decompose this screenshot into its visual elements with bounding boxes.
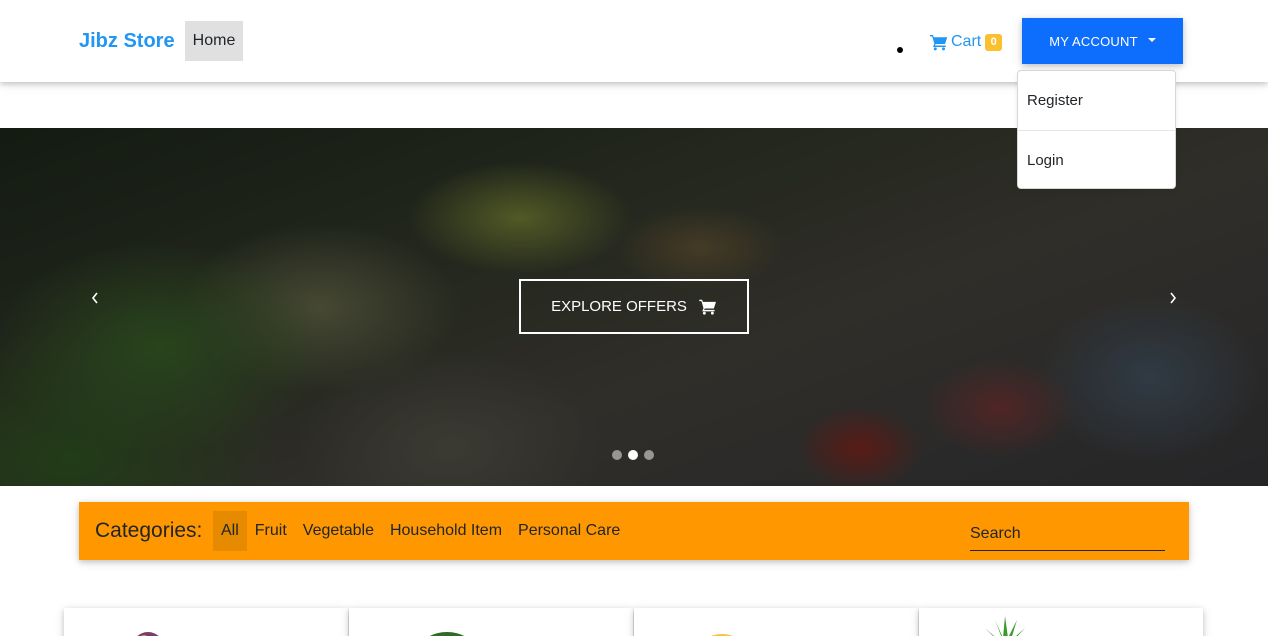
product-image — [985, 616, 1025, 636]
category-list: All Fruit Vegetable Household Item Perso… — [213, 511, 628, 551]
carousel-prev-button[interactable] — [85, 288, 105, 308]
brand-logo[interactable]: Jibz Store — [79, 29, 175, 53]
cart-label: Cart — [951, 33, 982, 50]
category-household-item[interactable]: Household Item — [382, 511, 510, 551]
register-menu-item[interactable]: Register — [1018, 71, 1175, 130]
account-dropdown-menu: Register Login — [1017, 70, 1176, 189]
chevron-left-icon — [91, 292, 98, 304]
category-vegetable[interactable]: Vegetable — [295, 511, 382, 551]
shopping-cart-icon — [930, 34, 948, 50]
my-account-label: MY ACCOUNT — [1049, 33, 1138, 49]
categories-bar: Categories: All Fruit Vegetable Househol… — [79, 502, 1189, 560]
product-image — [710, 634, 734, 636]
product-image — [429, 632, 465, 636]
chevron-right-icon — [1170, 292, 1177, 304]
my-account-button[interactable]: MY ACCOUNT — [1022, 18, 1183, 64]
product-card[interactable] — [349, 608, 633, 636]
product-card[interactable] — [634, 608, 918, 636]
login-menu-item[interactable]: Login — [1018, 130, 1175, 189]
product-card[interactable] — [919, 608, 1203, 636]
carousel-indicator[interactable] — [628, 450, 638, 460]
search-field — [970, 518, 1165, 551]
nav-bullet — [897, 47, 903, 53]
shopping-cart-icon — [699, 299, 716, 315]
carousel-indicator[interactable] — [612, 450, 622, 460]
nav-home-link[interactable]: Home — [185, 21, 243, 61]
search-input[interactable] — [970, 518, 1165, 550]
category-personal-care[interactable]: Personal Care — [510, 511, 628, 551]
caret-down-icon — [1147, 38, 1156, 42]
carousel-indicators — [612, 450, 654, 460]
cart-link[interactable]: Cart 0 — [930, 31, 1003, 53]
category-fruit[interactable]: Fruit — [247, 511, 295, 551]
carousel-indicator[interactable] — [644, 450, 654, 460]
product-image — [137, 632, 159, 636]
categories-title: Categories: — [95, 519, 203, 542]
category-all[interactable]: All — [213, 511, 247, 551]
explore-offers-label: EXPLORE OFFERS — [551, 298, 687, 315]
cart-count-badge: 0 — [985, 33, 1003, 51]
carousel-next-button[interactable] — [1163, 288, 1183, 308]
product-card[interactable] — [64, 608, 348, 636]
explore-offers-button[interactable]: EXPLORE OFFERS — [519, 279, 749, 334]
